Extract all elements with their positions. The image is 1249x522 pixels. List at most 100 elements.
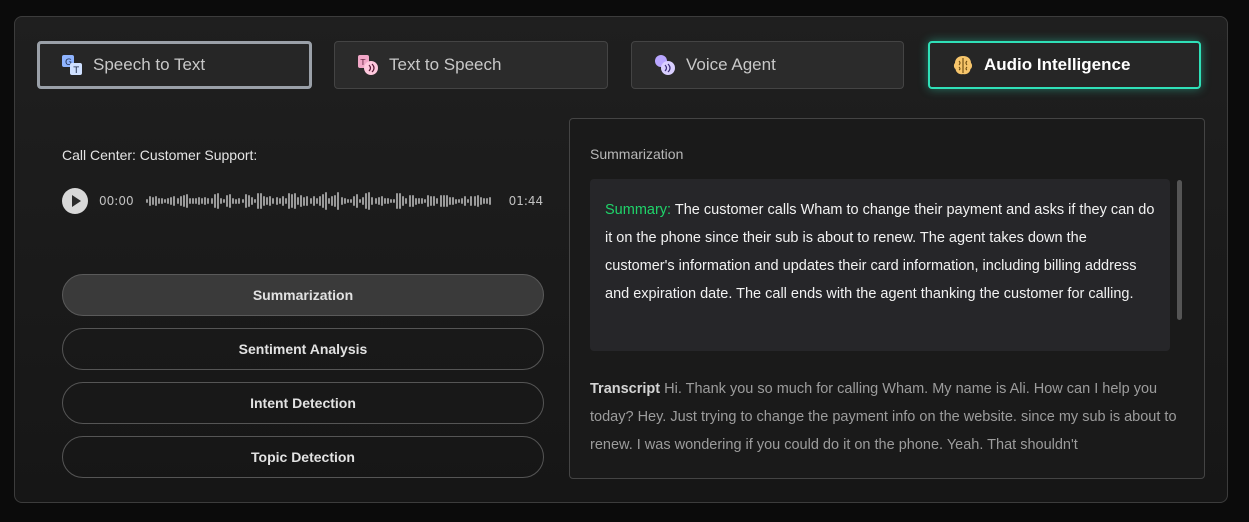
waveform-bar bbox=[386, 197, 389, 205]
waveform-bar bbox=[396, 193, 399, 209]
waveform-bar bbox=[331, 195, 334, 207]
waveform-bar bbox=[250, 196, 253, 206]
tab-audio-intelligence[interactable]: Audio Intelligence bbox=[928, 41, 1201, 89]
waveform-bar bbox=[482, 197, 485, 205]
waveform-bar bbox=[470, 196, 473, 206]
waveform-bar bbox=[479, 197, 482, 205]
waveform-bar bbox=[229, 194, 232, 208]
waveform-bar bbox=[424, 198, 427, 204]
waveform-bar bbox=[383, 197, 386, 205]
waveform-bar bbox=[210, 197, 213, 205]
waveform-bar bbox=[170, 197, 173, 205]
waveform-bar bbox=[427, 195, 430, 207]
waveform-bar bbox=[337, 192, 340, 210]
waveform-bar bbox=[278, 197, 281, 205]
waveform-bar bbox=[244, 194, 247, 208]
waveform-bar bbox=[393, 198, 396, 204]
option-sentiment-analysis[interactable]: Sentiment Analysis bbox=[62, 328, 544, 370]
waveform-bar bbox=[173, 196, 176, 206]
waveform-bar bbox=[343, 197, 346, 205]
waveform-bar bbox=[352, 195, 355, 207]
duration: 01:44 bbox=[508, 194, 544, 208]
waveform-bar bbox=[222, 198, 225, 204]
waveform-bar bbox=[284, 198, 287, 204]
waveform-bar bbox=[294, 192, 297, 210]
waveform-bar bbox=[300, 195, 303, 207]
waveform-bar bbox=[179, 196, 182, 206]
summary-label: Summary: bbox=[605, 202, 672, 218]
audio-player: 00:00 01:44 bbox=[62, 187, 547, 215]
waveform-bar bbox=[303, 196, 306, 206]
waveform-bar bbox=[420, 197, 423, 205]
play-button[interactable] bbox=[62, 188, 88, 214]
waveform-bar bbox=[238, 198, 241, 204]
waveform-bar bbox=[402, 195, 405, 207]
option-topic-detection[interactable]: Topic Detection bbox=[62, 436, 544, 478]
tab-label: Text to Speech bbox=[389, 55, 502, 74]
tab-label: Audio Intelligence bbox=[984, 55, 1131, 74]
tab-label: Voice Agent bbox=[686, 55, 776, 74]
option-summarization[interactable]: Summarization bbox=[62, 274, 544, 316]
waveform-bar bbox=[340, 197, 343, 205]
tab-text-to-speech[interactable]: T Text to Speech bbox=[334, 41, 608, 89]
waveform-bar bbox=[430, 196, 433, 206]
waveform-bar bbox=[201, 197, 204, 205]
waveform-bar bbox=[204, 197, 207, 205]
waveform-bar bbox=[266, 196, 269, 206]
summary-text: The customer calls Wham to change their … bbox=[605, 202, 1155, 302]
waveform-bar bbox=[458, 198, 461, 204]
waveform-bar bbox=[405, 197, 408, 205]
waveform-bar bbox=[195, 197, 198, 205]
waveform-bar bbox=[355, 194, 358, 208]
waveform-bar bbox=[433, 195, 436, 207]
waveform-bar bbox=[489, 196, 491, 206]
svg-text:T: T bbox=[73, 66, 80, 76]
waveform-bar bbox=[272, 197, 275, 205]
waveform-bar bbox=[275, 197, 278, 205]
voice-agent-icon bbox=[654, 54, 676, 76]
scrollbar-thumb[interactable] bbox=[1177, 180, 1182, 320]
waveform-bar bbox=[411, 194, 414, 208]
waveform-bar bbox=[445, 195, 448, 207]
waveform-bar bbox=[461, 198, 464, 204]
waveform-bar bbox=[309, 198, 312, 204]
waveform-bar bbox=[216, 193, 219, 209]
tab-voice-agent[interactable]: Voice Agent bbox=[631, 41, 904, 89]
option-intent-detection[interactable]: Intent Detection bbox=[62, 382, 544, 424]
waveform-bar bbox=[380, 195, 383, 207]
waveform-bar bbox=[256, 192, 259, 210]
waveform-bar bbox=[365, 193, 368, 209]
waveform-bar bbox=[439, 194, 442, 208]
main-panel: G T Speech to Text T Text to Speech Voic… bbox=[14, 16, 1228, 503]
result-panel: Summarization Summary: The customer call… bbox=[569, 118, 1205, 479]
waveform-bar bbox=[151, 196, 154, 206]
audio-title: Call Center: Customer Support: bbox=[62, 147, 258, 163]
waveform-bar bbox=[328, 198, 331, 204]
waveform-bar bbox=[417, 197, 420, 205]
waveform-bar bbox=[185, 193, 188, 209]
waveform-bar bbox=[346, 198, 349, 204]
waveform-bar bbox=[414, 197, 417, 205]
waveform-bar bbox=[281, 196, 284, 206]
waveform-bar bbox=[321, 194, 324, 208]
waveform-bar bbox=[371, 196, 374, 206]
waveform-bar bbox=[198, 196, 201, 206]
transcript: Transcript Hi. Thank you so much for cal… bbox=[590, 375, 1180, 459]
waveform-bar bbox=[399, 193, 402, 209]
current-time: 00:00 bbox=[99, 194, 134, 208]
waveform-bar bbox=[192, 198, 194, 204]
waveform-bar bbox=[235, 198, 238, 204]
tab-speech-to-text[interactable]: G T Speech to Text bbox=[37, 41, 312, 89]
waveform[interactable] bbox=[145, 187, 496, 215]
waveform-bar bbox=[448, 196, 451, 206]
transcript-text: Hi. Thank you so much for calling Wham. … bbox=[590, 381, 1177, 453]
waveform-bar bbox=[374, 198, 377, 204]
waveform-bar bbox=[148, 196, 151, 206]
result-title: Summarization bbox=[590, 146, 684, 162]
waveform-bar bbox=[161, 197, 164, 205]
waveform-bar bbox=[390, 198, 392, 204]
waveform-bar bbox=[467, 198, 470, 204]
waveform-bar bbox=[377, 197, 380, 205]
waveform-bar bbox=[154, 196, 157, 206]
summary-box: Summary: The customer calls Wham to chan… bbox=[590, 179, 1170, 351]
